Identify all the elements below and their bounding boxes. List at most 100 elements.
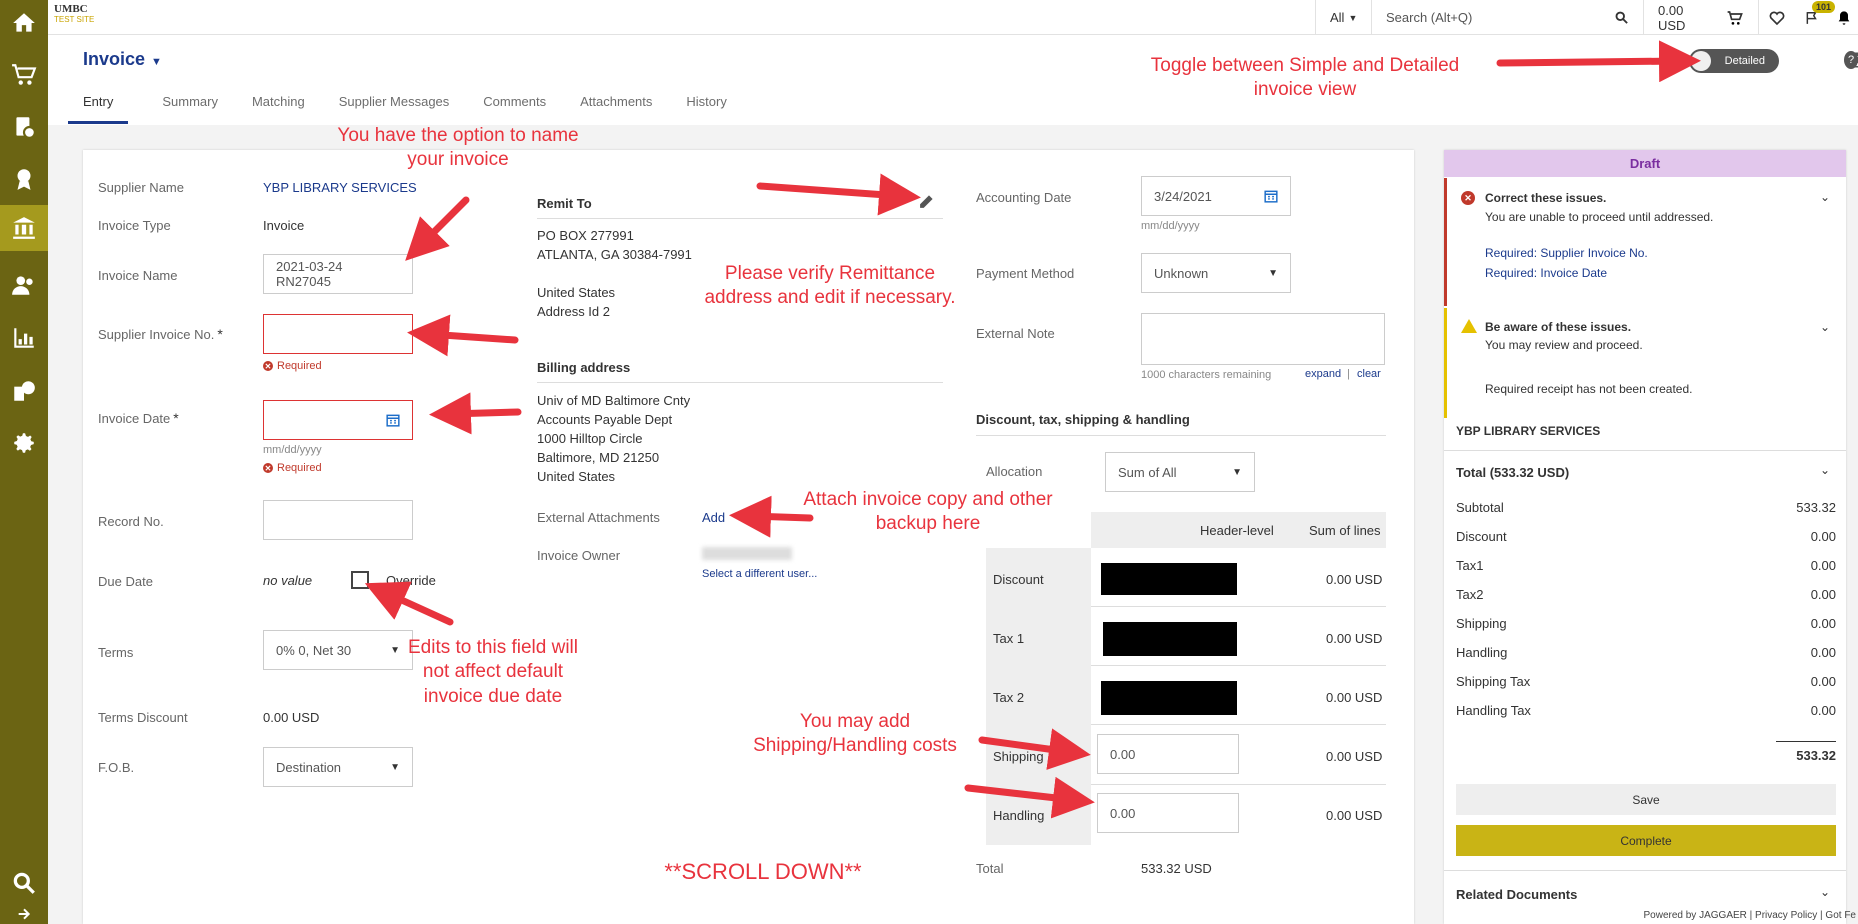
- required-text: Required: [277, 360, 322, 372]
- help-icon[interactable]: ?: [1844, 51, 1858, 69]
- related-documents-heading[interactable]: Related Documents: [1456, 887, 1577, 902]
- terms-value: 0% 0, Net 30: [276, 642, 352, 658]
- save-button[interactable]: Save: [1456, 784, 1836, 815]
- terms-select[interactable]: 0% 0, Net 30 ▼: [263, 630, 413, 670]
- error-icon: ✕: [263, 463, 273, 473]
- tax2-input-redacted[interactable]: [1101, 681, 1237, 715]
- col-header-level: Header-level: [1200, 523, 1274, 538]
- supplier-name-link[interactable]: YBP LIBRARY SERVICES: [263, 180, 417, 195]
- shipping-tax-row: Shipping Tax 0.00: [1456, 674, 1836, 689]
- favorites-icon[interactable]: [1758, 0, 1794, 35]
- tax1-input-redacted[interactable]: [1103, 622, 1237, 656]
- award-icon[interactable]: [0, 156, 48, 202]
- annotation-shipping: You may add Shipping/Handling costs: [753, 711, 957, 757]
- invoice-date-input[interactable]: [263, 400, 413, 440]
- supplier-invoice-no-label: Supplier Invoice No. *: [98, 326, 223, 342]
- add-attachment-link[interactable]: Add: [702, 510, 725, 525]
- clear-link[interactable]: clear: [1357, 368, 1381, 380]
- chevron-down-icon[interactable]: ⌄: [1820, 463, 1830, 477]
- dropdown-arrow-icon: ▼: [1232, 466, 1242, 478]
- required-star: *: [173, 410, 179, 426]
- tab-comments[interactable]: Comments: [483, 86, 546, 124]
- total-rule: [1776, 741, 1836, 742]
- correct-issues-section[interactable]: ✕ Correct these issues. You are unable t…: [1444, 178, 1846, 306]
- calendar-icon[interactable]: [386, 413, 400, 427]
- req-invoice-date-link[interactable]: Required: Invoice Date: [1485, 266, 1607, 280]
- owner-name-redacted: [702, 547, 792, 560]
- allocation-select[interactable]: Sum of All ▼: [1105, 452, 1255, 492]
- toggle-knob: [1691, 51, 1711, 71]
- expand-link[interactable]: expand: [1305, 368, 1341, 380]
- remit-line-4: Address Id 2: [537, 304, 610, 319]
- override-checkbox[interactable]: [351, 571, 369, 589]
- record-no-input[interactable]: [263, 500, 413, 540]
- search-input[interactable]: Search (Alt+Q): [1371, 0, 1643, 35]
- allocation-label: Allocation: [986, 464, 1043, 479]
- total-label: Total: [976, 861, 1004, 876]
- search-icon[interactable]: [1614, 10, 1629, 25]
- dtsh-heading: Discount, tax, shipping & handling: [976, 412, 1190, 427]
- invoice-owner-label: Invoice Owner: [537, 548, 621, 563]
- complete-button[interactable]: Complete: [1456, 825, 1836, 856]
- search-icon[interactable]: [0, 860, 48, 906]
- billing-divider: [537, 382, 943, 383]
- page-header: Invoice ▼ Entry Summary Matching Supplier…: [48, 35, 1858, 125]
- umbc-logo[interactable]: UMBC TEST SITE: [54, 3, 102, 31]
- invoice-type-label: Invoice Type: [98, 218, 171, 233]
- tab-matching[interactable]: Matching: [252, 86, 305, 124]
- handling-input[interactable]: 0.00: [1097, 793, 1239, 833]
- search-scope-dropdown[interactable]: All ▼: [1315, 0, 1371, 35]
- shipping-input[interactable]: 0.00: [1097, 734, 1239, 774]
- bell-icon[interactable]: [1830, 0, 1858, 35]
- correct-issues-subtitle: You are unable to proceed until addresse…: [1485, 210, 1714, 224]
- aware-issues-section[interactable]: Be aware of these issues. You may review…: [1444, 308, 1846, 418]
- discount-row-label: Discount: [993, 572, 1044, 587]
- accounting-date-input[interactable]: 3/24/2021: [1141, 176, 1291, 216]
- reports-icon[interactable]: [0, 315, 48, 361]
- remit-to-heading: Remit To: [537, 196, 592, 211]
- chevron-down-icon[interactable]: ⌄: [1820, 190, 1830, 204]
- view-toggle[interactable]: Detailed: [1689, 49, 1779, 73]
- logo-subtext: TEST SITE: [54, 15, 95, 24]
- chevron-down-icon[interactable]: ⌄: [1820, 320, 1830, 334]
- edit-pencil-icon[interactable]: [919, 194, 934, 212]
- invoice-type-value: Invoice: [263, 218, 305, 233]
- discount-input-redacted[interactable]: [1101, 563, 1237, 595]
- req-supplier-invoice-link[interactable]: Required: Supplier Invoice No.: [1485, 246, 1648, 260]
- tab-supplier-messages[interactable]: Supplier Messages: [339, 86, 450, 124]
- gear-icon[interactable]: [0, 420, 48, 466]
- accounts-payable-icon[interactable]: [0, 205, 48, 251]
- payment-method-select[interactable]: Unknown ▼: [1141, 253, 1291, 293]
- correct-issues-title: Correct these issues.: [1485, 191, 1607, 205]
- select-different-user-link[interactable]: Select a different user...: [702, 568, 817, 580]
- terms-discount-value: 0.00 USD: [263, 710, 320, 725]
- cart-button[interactable]: 0.00 USD: [1643, 0, 1758, 35]
- invoice-date-hint: mm/dd/yyyy: [263, 444, 322, 456]
- top-right-tools: All ▼ Search (Alt+Q) 0.00 USD 101: [1315, 0, 1858, 35]
- tab-entry[interactable]: Entry: [68, 86, 129, 124]
- col-sum-of-lines: Sum of lines: [1309, 523, 1381, 538]
- flag-icon[interactable]: 101: [1794, 0, 1836, 35]
- supplier-invoice-no-input[interactable]: [263, 314, 413, 354]
- tax1-row: Tax1 0.00: [1456, 558, 1836, 573]
- fob-select[interactable]: Destination ▼: [263, 747, 413, 787]
- tab-attachments[interactable]: Attachments: [580, 86, 652, 124]
- annotation-due-date: Edits to this field will not affect defa…: [407, 637, 578, 707]
- billing-address-heading: Billing address: [537, 360, 631, 375]
- contacts-icon[interactable]: [0, 262, 48, 308]
- tab-summary[interactable]: Summary: [162, 86, 218, 124]
- home-icon[interactable]: [0, 0, 48, 46]
- tab-history[interactable]: History: [686, 86, 726, 124]
- external-note-textarea[interactable]: [1141, 313, 1385, 365]
- calendar-icon[interactable]: [1264, 189, 1278, 203]
- billing-line-5: United States: [537, 469, 616, 484]
- chevron-down-icon[interactable]: ⌄: [1820, 885, 1830, 899]
- total-heading[interactable]: Total (533.32 USD): [1456, 465, 1569, 480]
- page-title-dropdown[interactable]: Invoice ▼: [83, 49, 162, 70]
- line-value: 0.00: [1810, 616, 1836, 631]
- cart-icon[interactable]: [0, 52, 48, 98]
- orders-icon[interactable]: [0, 104, 48, 150]
- admin-icon[interactable]: [0, 368, 48, 414]
- invoice-name-input[interactable]: 2021-03-24 RN27045: [263, 254, 413, 294]
- expand-arrow-icon[interactable]: [0, 904, 48, 924]
